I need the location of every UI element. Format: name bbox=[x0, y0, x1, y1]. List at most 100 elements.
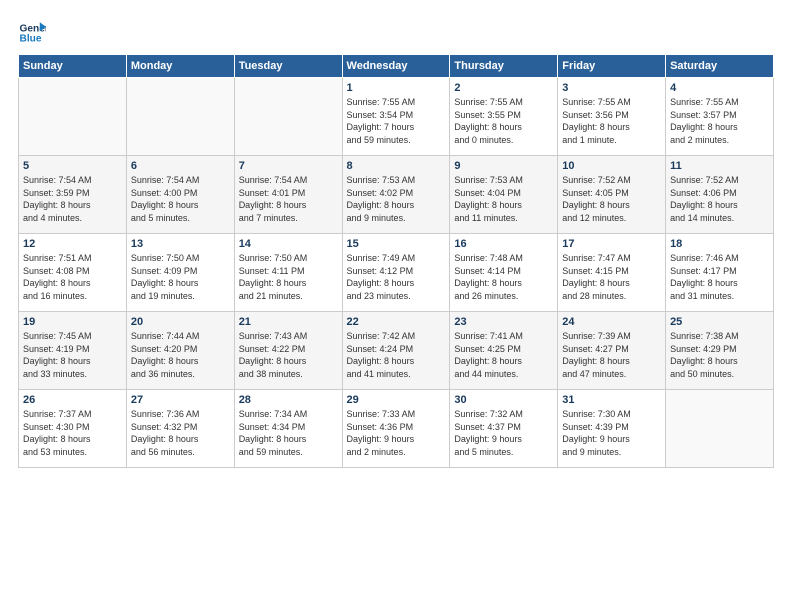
day-number: 21 bbox=[239, 316, 338, 328]
logo-icon: General Blue bbox=[18, 16, 46, 44]
day-info: Sunrise: 7:45 AM Sunset: 4:19 PM Dayligh… bbox=[23, 330, 122, 380]
calendar-cell bbox=[666, 390, 774, 468]
day-info: Sunrise: 7:33 AM Sunset: 4:36 PM Dayligh… bbox=[347, 408, 446, 458]
day-number: 14 bbox=[239, 238, 338, 250]
day-number: 15 bbox=[347, 238, 446, 250]
day-number: 28 bbox=[239, 394, 338, 406]
calendar-week-row: 5 Sunrise: 7:54 AM Sunset: 3:59 PM Daylig… bbox=[19, 156, 774, 234]
day-info: Sunrise: 7:54 AM Sunset: 4:00 PM Dayligh… bbox=[131, 174, 230, 224]
logo: General Blue bbox=[18, 16, 50, 44]
calendar-week-row: 1 Sunrise: 7:55 AM Sunset: 3:54 PM Daylig… bbox=[19, 78, 774, 156]
day-info: Sunrise: 7:55 AM Sunset: 3:55 PM Dayligh… bbox=[454, 96, 553, 146]
day-info: Sunrise: 7:55 AM Sunset: 3:54 PM Dayligh… bbox=[347, 96, 446, 146]
calendar-cell: 24 Sunrise: 7:39 AM Sunset: 4:27 PM Dayli… bbox=[558, 312, 666, 390]
day-number: 30 bbox=[454, 394, 553, 406]
calendar-cell: 28 Sunrise: 7:34 AM Sunset: 4:34 PM Dayli… bbox=[234, 390, 342, 468]
day-number: 16 bbox=[454, 238, 553, 250]
weekday-header: Monday bbox=[126, 55, 234, 78]
day-info: Sunrise: 7:46 AM Sunset: 4:17 PM Dayligh… bbox=[670, 252, 769, 302]
calendar-cell: 30 Sunrise: 7:32 AM Sunset: 4:37 PM Dayli… bbox=[450, 390, 558, 468]
day-number: 4 bbox=[670, 82, 769, 94]
day-number: 31 bbox=[562, 394, 661, 406]
day-info: Sunrise: 7:52 AM Sunset: 4:06 PM Dayligh… bbox=[670, 174, 769, 224]
calendar-week-row: 12Sunrise: 7:51 AM Sunset: 4:08 PM Dayli… bbox=[19, 234, 774, 312]
calendar-cell: 26 Sunrise: 7:37 AM Sunset: 4:30 PM Dayli… bbox=[19, 390, 127, 468]
calendar-header-row: SundayMondayTuesdayWednesdayThursdayFrid… bbox=[19, 55, 774, 78]
weekday-header: Sunday bbox=[19, 55, 127, 78]
calendar-cell: 14 Sunrise: 7:50 AM Sunset: 4:11 PM Dayli… bbox=[234, 234, 342, 312]
day-number: 25 bbox=[670, 316, 769, 328]
calendar-cell bbox=[19, 78, 127, 156]
day-number: 22 bbox=[347, 316, 446, 328]
weekday-header: Wednesday bbox=[342, 55, 450, 78]
day-number: 8 bbox=[347, 160, 446, 172]
calendar-cell: 4 Sunrise: 7:55 AM Sunset: 3:57 PM Daylig… bbox=[666, 78, 774, 156]
calendar-cell bbox=[126, 78, 234, 156]
day-info: Sunrise: 7:51 AM Sunset: 4:08 PM Dayligh… bbox=[23, 252, 122, 302]
weekday-header: Tuesday bbox=[234, 55, 342, 78]
day-info: Sunrise: 7:43 AM Sunset: 4:22 PM Dayligh… bbox=[239, 330, 338, 380]
day-number: 3 bbox=[562, 82, 661, 94]
page: General Blue SundayMondayTuesdayWednesda… bbox=[0, 0, 792, 612]
day-info: Sunrise: 7:36 AM Sunset: 4:32 PM Dayligh… bbox=[131, 408, 230, 458]
calendar-cell: 3Sunrise: 7:55 AM Sunset: 3:56 PM Daylig… bbox=[558, 78, 666, 156]
calendar-cell: 27 Sunrise: 7:36 AM Sunset: 4:32 PM Dayli… bbox=[126, 390, 234, 468]
calendar-cell: 8 Sunrise: 7:53 AM Sunset: 4:02 PM Daylig… bbox=[342, 156, 450, 234]
header: General Blue bbox=[18, 16, 774, 44]
day-number: 2 bbox=[454, 82, 553, 94]
calendar-cell: 22 Sunrise: 7:42 AM Sunset: 4:24 PM Dayli… bbox=[342, 312, 450, 390]
calendar-cell: 5 Sunrise: 7:54 AM Sunset: 3:59 PM Daylig… bbox=[19, 156, 127, 234]
day-number: 27 bbox=[131, 394, 230, 406]
day-info: Sunrise: 7:38 AM Sunset: 4:29 PM Dayligh… bbox=[670, 330, 769, 380]
day-info: Sunrise: 7:42 AM Sunset: 4:24 PM Dayligh… bbox=[347, 330, 446, 380]
calendar-cell: 17Sunrise: 7:47 AM Sunset: 4:15 PM Dayli… bbox=[558, 234, 666, 312]
day-info: Sunrise: 7:54 AM Sunset: 4:01 PM Dayligh… bbox=[239, 174, 338, 224]
calendar-cell: 19 Sunrise: 7:45 AM Sunset: 4:19 PM Dayli… bbox=[19, 312, 127, 390]
day-number: 18 bbox=[670, 238, 769, 250]
calendar-cell: 29 Sunrise: 7:33 AM Sunset: 4:36 PM Dayli… bbox=[342, 390, 450, 468]
day-number: 20 bbox=[131, 316, 230, 328]
day-number: 5 bbox=[23, 160, 122, 172]
calendar-week-row: 26 Sunrise: 7:37 AM Sunset: 4:30 PM Dayli… bbox=[19, 390, 774, 468]
day-info: Sunrise: 7:32 AM Sunset: 4:37 PM Dayligh… bbox=[454, 408, 553, 458]
day-info: Sunrise: 7:53 AM Sunset: 4:02 PM Dayligh… bbox=[347, 174, 446, 224]
calendar-cell: 7 Sunrise: 7:54 AM Sunset: 4:01 PM Daylig… bbox=[234, 156, 342, 234]
calendar-cell: 18 Sunrise: 7:46 AM Sunset: 4:17 PM Dayli… bbox=[666, 234, 774, 312]
day-info: Sunrise: 7:37 AM Sunset: 4:30 PM Dayligh… bbox=[23, 408, 122, 458]
day-info: Sunrise: 7:53 AM Sunset: 4:04 PM Dayligh… bbox=[454, 174, 553, 224]
day-info: Sunrise: 7:39 AM Sunset: 4:27 PM Dayligh… bbox=[562, 330, 661, 380]
day-number: 9 bbox=[454, 160, 553, 172]
day-number: 1 bbox=[347, 82, 446, 94]
day-number: 24 bbox=[562, 316, 661, 328]
calendar-cell: 12Sunrise: 7:51 AM Sunset: 4:08 PM Dayli… bbox=[19, 234, 127, 312]
calendar-cell: 11 Sunrise: 7:52 AM Sunset: 4:06 PM Dayli… bbox=[666, 156, 774, 234]
day-number: 26 bbox=[23, 394, 122, 406]
day-info: Sunrise: 7:55 AM Sunset: 3:57 PM Dayligh… bbox=[670, 96, 769, 146]
day-info: Sunrise: 7:34 AM Sunset: 4:34 PM Dayligh… bbox=[239, 408, 338, 458]
weekday-header: Friday bbox=[558, 55, 666, 78]
day-number: 11 bbox=[670, 160, 769, 172]
day-info: Sunrise: 7:50 AM Sunset: 4:11 PM Dayligh… bbox=[239, 252, 338, 302]
calendar-cell: 16Sunrise: 7:48 AM Sunset: 4:14 PM Dayli… bbox=[450, 234, 558, 312]
day-number: 29 bbox=[347, 394, 446, 406]
day-info: Sunrise: 7:54 AM Sunset: 3:59 PM Dayligh… bbox=[23, 174, 122, 224]
calendar-cell: 9 Sunrise: 7:53 AM Sunset: 4:04 PM Daylig… bbox=[450, 156, 558, 234]
calendar-cell: 6Sunrise: 7:54 AM Sunset: 4:00 PM Daylig… bbox=[126, 156, 234, 234]
calendar-cell: 13Sunrise: 7:50 AM Sunset: 4:09 PM Dayli… bbox=[126, 234, 234, 312]
day-info: Sunrise: 7:49 AM Sunset: 4:12 PM Dayligh… bbox=[347, 252, 446, 302]
day-number: 23 bbox=[454, 316, 553, 328]
day-info: Sunrise: 7:41 AM Sunset: 4:25 PM Dayligh… bbox=[454, 330, 553, 380]
calendar-cell: 2 Sunrise: 7:55 AM Sunset: 3:55 PM Daylig… bbox=[450, 78, 558, 156]
calendar-cell: 15 Sunrise: 7:49 AM Sunset: 4:12 PM Dayli… bbox=[342, 234, 450, 312]
calendar-cell: 1 Sunrise: 7:55 AM Sunset: 3:54 PM Daylig… bbox=[342, 78, 450, 156]
calendar-cell: 21 Sunrise: 7:43 AM Sunset: 4:22 PM Dayli… bbox=[234, 312, 342, 390]
day-info: Sunrise: 7:44 AM Sunset: 4:20 PM Dayligh… bbox=[131, 330, 230, 380]
svg-text:Blue: Blue bbox=[20, 34, 42, 44]
day-number: 19 bbox=[23, 316, 122, 328]
day-info: Sunrise: 7:47 AM Sunset: 4:15 PM Dayligh… bbox=[562, 252, 661, 302]
calendar-cell: 23 Sunrise: 7:41 AM Sunset: 4:25 PM Dayli… bbox=[450, 312, 558, 390]
day-number: 13 bbox=[131, 238, 230, 250]
calendar-cell: 25 Sunrise: 7:38 AM Sunset: 4:29 PM Dayli… bbox=[666, 312, 774, 390]
calendar-week-row: 19 Sunrise: 7:45 AM Sunset: 4:19 PM Dayli… bbox=[19, 312, 774, 390]
day-number: 7 bbox=[239, 160, 338, 172]
